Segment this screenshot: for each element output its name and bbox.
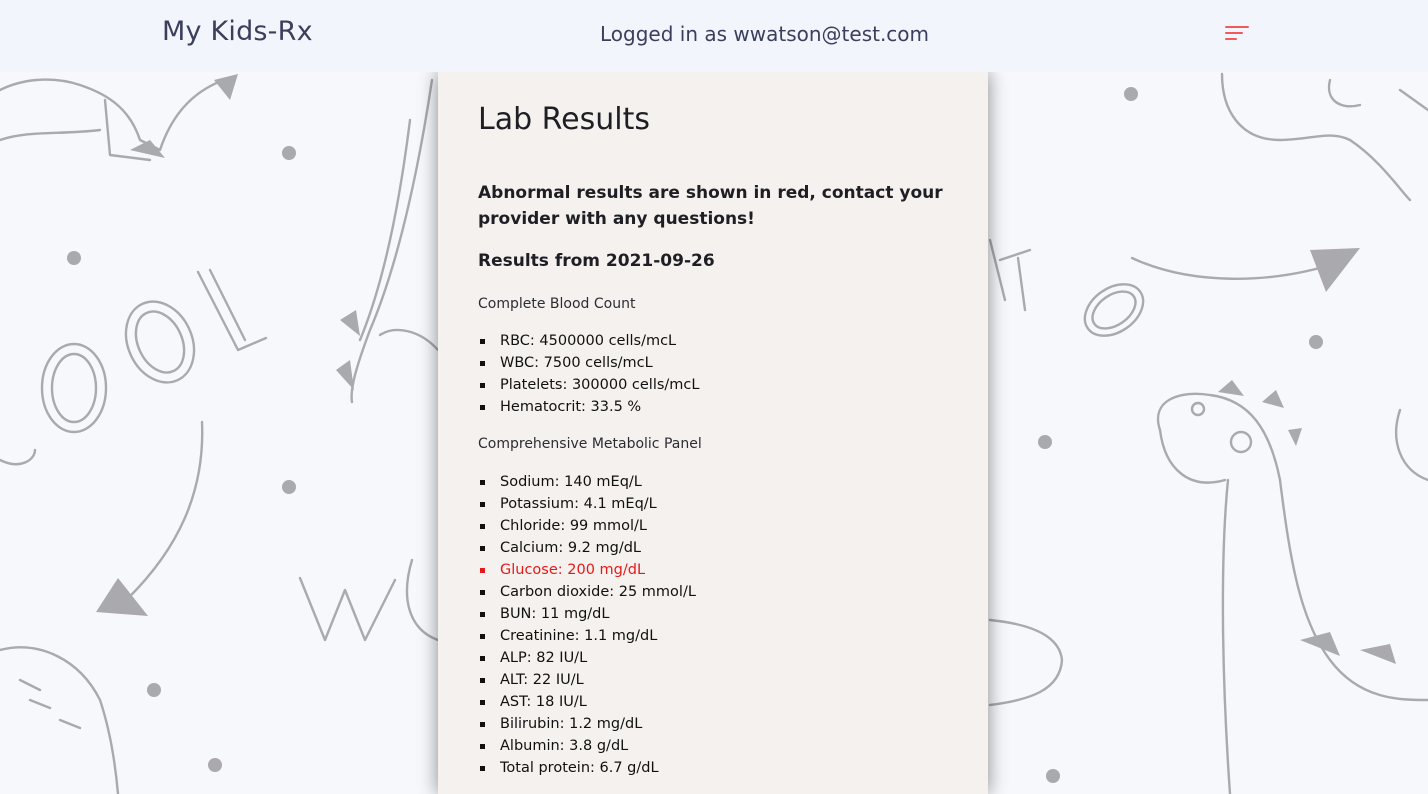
lab-result-item: Total protein: 6.7 g/dL bbox=[480, 757, 696, 779]
hamburger-menu-button[interactable] bbox=[1218, 20, 1254, 50]
lab-results-card: Lab Results Abnormal results are shown i… bbox=[438, 72, 988, 794]
lab-result-item: Creatinine: 1.1 mg/dL bbox=[480, 625, 696, 647]
lab-result-item: ALT: 22 IU/L bbox=[480, 669, 696, 691]
logged-in-user-text: Logged in as wwatson@test.com bbox=[600, 22, 930, 46]
results-date-heading: Results from 2021-09-26 bbox=[478, 251, 715, 271]
abnormal-results-notice: Abnormal results are shown in red, conta… bbox=[478, 183, 943, 229]
lab-result-item: Potassium: 4.1 mEq/L bbox=[480, 493, 696, 515]
lab-result-item: Chloride: 99 mmol/L bbox=[480, 515, 696, 537]
brand-logo-link[interactable]: My Kids-Rx bbox=[162, 16, 313, 47]
lab-result-item: Sodium: 140 mEq/L bbox=[480, 471, 696, 493]
lab-result-item: Carbon dioxide: 25 mmol/L bbox=[480, 581, 696, 603]
lab-result-item: ALP: 82 IU/L bbox=[480, 647, 696, 669]
top-navigation-bar: My Kids-Rx Logged in as wwatson@test.com bbox=[0, 0, 1428, 72]
panel-title-complete-blood-count: Complete Blood Count bbox=[478, 296, 636, 312]
lab-result-item: RBC: 4500000 cells/mcL bbox=[479, 330, 699, 352]
lab-result-item: Calcium: 9.2 mg/dL bbox=[480, 537, 696, 559]
lab-result-item: WBC: 7500 cells/mcL bbox=[479, 352, 699, 374]
page-title: Lab Results bbox=[478, 102, 651, 137]
complete-blood-count-list: RBC: 4500000 cells/mcL WBC: 7500 cells/m… bbox=[478, 330, 699, 418]
lab-result-item: Bilirubin: 1.2 mg/dL bbox=[480, 713, 696, 735]
panel-title-comprehensive-metabolic-panel: Comprehensive Metabolic Panel bbox=[478, 436, 702, 452]
lab-result-item: AST: 18 IU/L bbox=[480, 691, 696, 713]
comprehensive-metabolic-panel-list: Sodium: 140 mEq/L Potassium: 4.1 mEq/L C… bbox=[478, 471, 696, 779]
lab-result-item: BUN: 11 mg/dL bbox=[480, 603, 696, 625]
lab-result-item: Platelets: 300000 cells/mcL bbox=[479, 374, 699, 396]
lab-result-item: Hematocrit: 33.5 % bbox=[479, 396, 699, 418]
lab-result-item-abnormal: Glucose: 200 mg/dL bbox=[480, 559, 696, 581]
lab-result-item: Albumin: 3.8 g/dL bbox=[480, 735, 696, 757]
